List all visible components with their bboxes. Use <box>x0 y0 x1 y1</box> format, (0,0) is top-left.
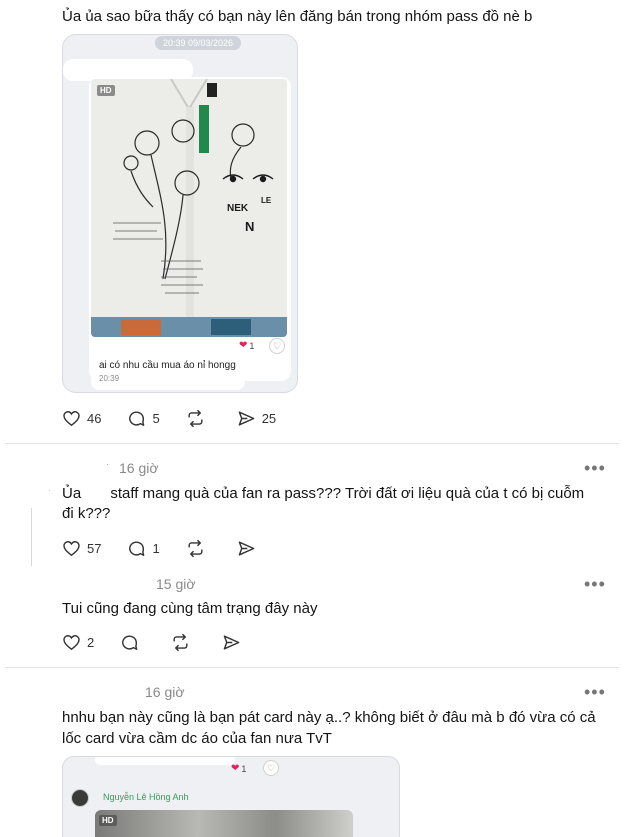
reply3-text-line1: hnhu bạn này cũng là bạn pát card này ạ.… <box>62 709 596 726</box>
comment-icon <box>129 540 145 556</box>
repost-icon <box>188 539 203 557</box>
repost-icon <box>188 409 203 427</box>
hd-badge: HD <box>97 85 115 96</box>
comment-button[interactable] <box>120 633 145 652</box>
reply3-text-line2: lốc card vừa cầm dc áo của fan nưa TvT <box>62 730 332 747</box>
like-count: 57 <box>87 540 102 556</box>
thread-line <box>31 508 32 566</box>
heart-icon <box>63 410 80 426</box>
comment-icon <box>129 410 145 426</box>
hidden-username-dot: · <box>106 459 109 469</box>
shirt-photo: NEK LE N HD <box>91 79 287 337</box>
avatar <box>71 789 89 807</box>
like-button[interactable]: 46 <box>62 409 101 428</box>
reply2-actions: 2 <box>62 631 273 653</box>
like-button[interactable]: 2 <box>62 633 94 652</box>
share-button[interactable] <box>222 633 247 652</box>
share-count: 25 <box>261 410 277 426</box>
repost-button[interactable] <box>171 633 196 652</box>
reply1-text-line1: Ủa staff mang quà của fan ra pass??? Trờ… <box>62 485 585 502</box>
share-button[interactable] <box>237 539 262 558</box>
screenshot-timestamp: 20:39 09/03/2026 <box>155 36 242 50</box>
reply1-text-line2: đi k??? <box>62 505 111 522</box>
svg-text:LE: LE <box>261 196 272 205</box>
send-icon <box>238 410 255 426</box>
svg-text:NEK: NEK <box>227 203 249 214</box>
like-count: 2 <box>87 634 95 650</box>
divider <box>5 443 619 444</box>
comment-icon <box>122 634 138 650</box>
svg-text:N: N <box>245 219 254 234</box>
chat-message-time: 20:39 <box>99 374 120 383</box>
more-options-icon[interactable]: ••• <box>584 683 606 701</box>
heart-icon <box>63 634 80 650</box>
react-heart-icon[interactable]: ♡ <box>263 760 279 776</box>
post-text: Ủa ủa sao bữa thấy có bạn này lên đăng b… <box>62 8 533 25</box>
hidden-avatar-dot: · <box>48 486 51 495</box>
send-icon <box>223 634 240 650</box>
repost-button[interactable] <box>186 539 211 558</box>
share-button[interactable]: 25 <box>237 409 276 428</box>
react-heart-icon[interactable]: ♡ <box>269 338 285 354</box>
like-count: 46 <box>87 410 102 426</box>
reply2-text: Tui cũng đang cùng tâm trạng đây này <box>62 600 318 617</box>
photo-reaction[interactable]: ❤ 1 <box>231 763 246 774</box>
reply3-image[interactable]: ❤ 1 ♡ Nguyễn Lê Hồng Anh HD <box>62 756 400 837</box>
repost-icon <box>173 633 188 651</box>
comment-count: 5 <box>152 410 160 426</box>
reply2-time: 15 giờ <box>156 576 196 592</box>
blurred-message <box>95 757 235 765</box>
send-icon <box>238 540 255 556</box>
photo-frame: NEK LE N HD ❤ 1 ♡ <box>89 77 291 381</box>
chat-message: ai có nhu cầu mua áo nỉ hongg 20:39 <box>91 353 245 390</box>
sender-name: Nguyễn Lê Hồng Anh <box>103 792 189 802</box>
like-button[interactable]: 57 <box>62 539 101 558</box>
reply1-actions: 57 1 <box>62 537 288 559</box>
heart-filled-icon: ❤ <box>231 763 240 774</box>
card-photo: HD <box>95 810 353 837</box>
chat-message-text: ai có nhu cầu mua áo nỉ hongg <box>99 360 236 371</box>
reaction-count: 1 <box>249 340 255 351</box>
repost-button[interactable] <box>186 409 211 428</box>
reaction-count: 1 <box>241 763 247 774</box>
post-image[interactable]: 20:39 09/03/2026 NEK LE N HD ❤ 1 ♡ ai có… <box>62 34 298 393</box>
reply1-time: 16 giờ <box>119 460 159 476</box>
more-options-icon[interactable]: ••• <box>584 575 606 593</box>
comment-button[interactable]: 5 <box>127 409 160 428</box>
more-options-icon[interactable]: ••• <box>584 459 606 477</box>
shirt-illustration: NEK LE N <box>91 79 287 337</box>
photo-reaction[interactable]: ❤ 1 <box>239 340 254 351</box>
divider <box>5 667 619 668</box>
comment-count: 1 <box>152 540 160 556</box>
comment-button[interactable]: 1 <box>127 539 160 558</box>
heart-icon <box>63 540 80 556</box>
heart-filled-icon: ❤ <box>239 340 248 351</box>
reply3-time: 16 giờ <box>145 684 185 700</box>
post-actions: 46 5 25 <box>62 407 302 429</box>
hd-badge: HD <box>99 815 117 826</box>
